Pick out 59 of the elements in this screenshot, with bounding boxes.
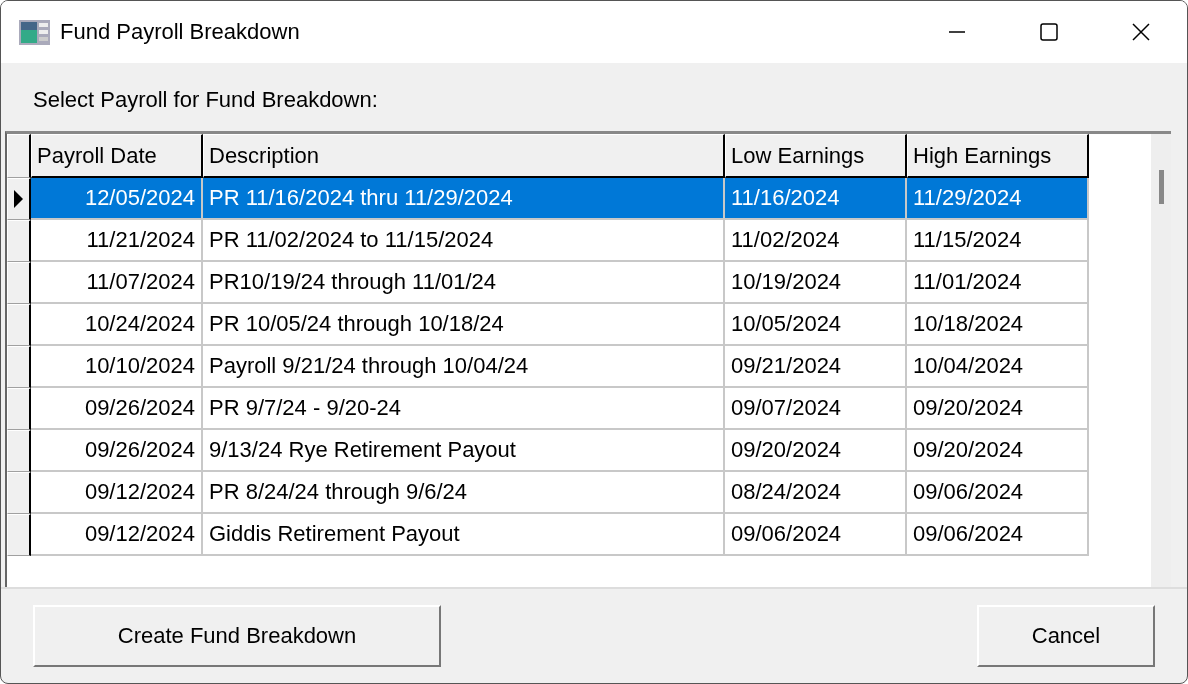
table-cell: 11/21/2024 — [31, 220, 203, 262]
row-header[interactable] — [7, 304, 31, 346]
table-cell: 09/12/2024 — [31, 472, 203, 514]
table-cell: 09/06/2024 — [907, 472, 1089, 514]
table-cell: 09/06/2024 — [907, 514, 1089, 556]
table-cell: PR 11/16/2024 thru 11/29/2024 — [203, 178, 725, 220]
create-button[interactable]: Create Fund Breakdown — [33, 605, 441, 667]
table-cell: 10/05/2024 — [725, 304, 907, 346]
table-cell: 11/01/2024 — [907, 262, 1089, 304]
row-header[interactable] — [7, 262, 31, 304]
table-cell: Giddis Retirement Payout — [203, 514, 725, 556]
app-icon — [19, 19, 50, 45]
table-cell: 11/15/2024 — [907, 220, 1089, 262]
table-cell: 09/06/2024 — [725, 514, 907, 556]
table-cell: 09/20/2024 — [907, 430, 1089, 472]
table-cell: 09/12/2024 — [31, 514, 203, 556]
row-header[interactable] — [7, 346, 31, 388]
scroll-thumb[interactable] — [1158, 170, 1164, 204]
table-cell: 12/05/2024 — [31, 178, 203, 220]
close-icon — [1131, 22, 1151, 42]
minimize-icon — [948, 31, 966, 33]
window-title: Fund Payroll Breakdown — [60, 19, 301, 45]
cancel-button[interactable]: Cancel — [977, 605, 1155, 667]
row-header[interactable] — [7, 220, 31, 262]
column-header[interactable]: High Earnings — [907, 134, 1089, 178]
row-header[interactable] — [7, 178, 31, 220]
table-cell: 09/20/2024 — [907, 388, 1089, 430]
table-cell: 10/04/2024 — [907, 346, 1089, 388]
table-cell: 10/10/2024 — [31, 346, 203, 388]
prompt-label: Select Payroll for Fund Breakdown: — [32, 86, 379, 114]
column-header[interactable]: Low Earnings — [725, 134, 907, 178]
row-header[interactable] — [7, 430, 31, 472]
table-cell: PR 9/7/24 - 9/20-24 — [203, 388, 725, 430]
column-header[interactable]: Payroll Date — [31, 134, 203, 178]
table-cell: 09/07/2024 — [725, 388, 907, 430]
table-cell: 09/21/2024 — [725, 346, 907, 388]
table-cell: PR 10/05/24 through 10/18/24 — [203, 304, 725, 346]
table-cell: 11/07/2024 — [31, 262, 203, 304]
table-cell: 09/26/2024 — [31, 388, 203, 430]
column-header[interactable]: Description — [203, 134, 725, 178]
table-cell: PR10/19/24 through 11/01/24 — [203, 262, 725, 304]
table-cell: Payroll 9/21/24 through 10/04/24 — [203, 346, 725, 388]
table-cell: 11/29/2024 — [907, 178, 1089, 220]
table-cell: PR 8/24/24 through 9/6/24 — [203, 472, 725, 514]
row-header[interactable] — [7, 514, 31, 556]
table-cell: 9/13/24 Rye Retirement Payout — [203, 430, 725, 472]
maximize-icon — [1039, 22, 1059, 42]
table-cell: 10/24/2024 — [31, 304, 203, 346]
table-cell: 08/24/2024 — [725, 472, 907, 514]
table-cell: 10/18/2024 — [907, 304, 1089, 346]
row-header[interactable] — [7, 472, 31, 514]
table-cell: PR 11/02/2024 to 11/15/2024 — [203, 220, 725, 262]
table-cell: 11/16/2024 — [725, 178, 907, 220]
table-cell: 10/19/2024 — [725, 262, 907, 304]
table-cell: 09/20/2024 — [725, 430, 907, 472]
table-cell: 11/02/2024 — [725, 220, 907, 262]
current-row-icon — [14, 190, 23, 208]
row-header[interactable] — [7, 388, 31, 430]
table-cell: 09/26/2024 — [31, 430, 203, 472]
